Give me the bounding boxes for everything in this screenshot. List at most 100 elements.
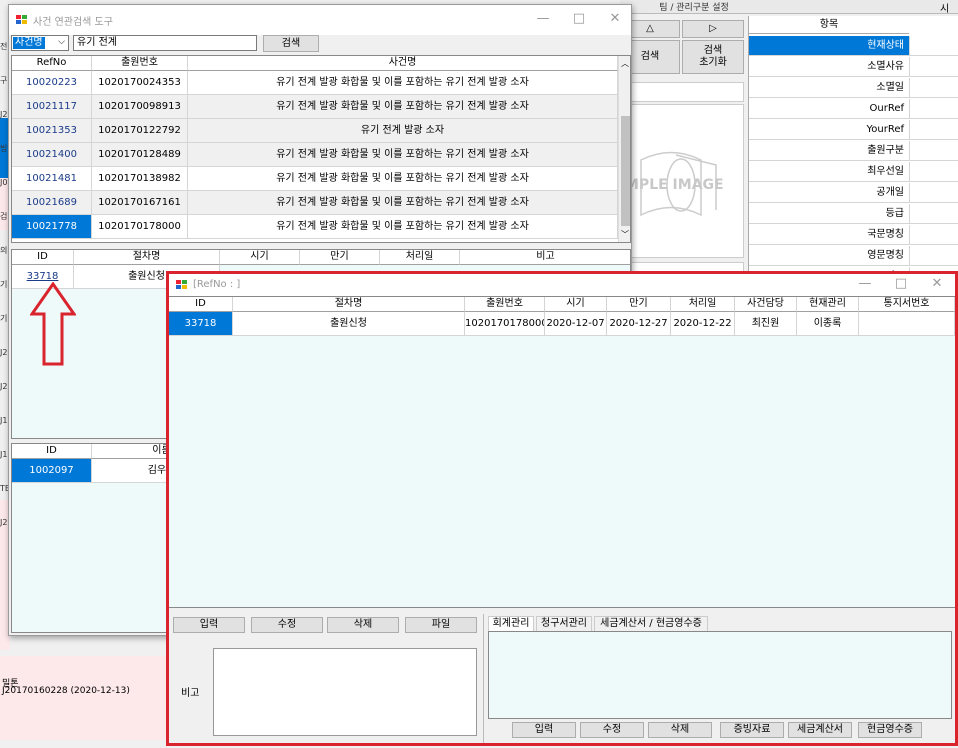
person-id-cell[interactable]: 1002097 xyxy=(12,459,92,483)
result-ref-cell[interactable]: 10021778 xyxy=(12,215,92,239)
person-column-header[interactable]: ID xyxy=(12,444,92,459)
property-label[interactable]: 영문명칭 xyxy=(749,246,909,266)
detail-column-header[interactable]: 통지서번호 xyxy=(859,297,955,312)
minimize-icon[interactable]: — xyxy=(855,276,875,291)
detail-column-header[interactable]: ID xyxy=(169,297,233,312)
result-name-cell[interactable]: 유기 전계 발광 화합물 및 이를 포함하는 유기 전계 발광 소자 xyxy=(188,95,618,119)
evidence-button[interactable]: 증빙자료 xyxy=(720,722,784,738)
detail-column-header[interactable]: 현재관리 xyxy=(797,297,859,312)
property-label[interactable]: 국문명칭 xyxy=(749,225,909,245)
result-name-cell[interactable]: 유기 전계 발광 소자 xyxy=(188,119,618,143)
edit-button[interactable]: 수정 xyxy=(251,617,323,633)
tax-invoice-button[interactable]: 세금계산서 xyxy=(788,722,852,738)
property-value[interactable] xyxy=(909,246,958,266)
search-input[interactable]: 유기 전계 xyxy=(73,35,257,51)
nav-right-button[interactable]: ▷ xyxy=(682,20,744,38)
result-ref-cell[interactable]: 10021353 xyxy=(12,119,92,143)
procedure-column-header[interactable]: 처리일 xyxy=(380,250,460,265)
procedure-column-header[interactable]: 시기 xyxy=(220,250,300,265)
maximize-icon[interactable]: □ xyxy=(891,276,911,291)
result-name-cell[interactable]: 유기 전계 발광 화합물 및 이를 포함하는 유기 전계 발광 소자 xyxy=(188,215,618,239)
accounting-delete-button[interactable]: 삭제 xyxy=(648,722,712,738)
property-label[interactable]: 소멸사유 xyxy=(749,57,909,77)
detail-column-header[interactable]: 처리일 xyxy=(671,297,735,312)
result-app-cell[interactable]: 1020170024353 xyxy=(92,71,188,95)
result-ref-cell[interactable]: 10021400 xyxy=(12,143,92,167)
tab-tax-receipt[interactable]: 세금계산서 / 현금영수증 xyxy=(594,616,708,632)
search-button[interactable]: 검색 xyxy=(263,35,319,52)
property-value[interactable] xyxy=(909,36,958,56)
maximize-icon[interactable]: □ xyxy=(569,11,589,26)
result-ref-cell[interactable]: 10020223 xyxy=(12,71,92,95)
results-column-header[interactable]: 출원번호 xyxy=(92,56,188,71)
detail-column-header[interactable]: 만기 xyxy=(607,297,671,312)
accounting-edit-button[interactable]: 수정 xyxy=(580,722,644,738)
input-button[interactable]: 입력 xyxy=(173,617,245,633)
property-label[interactable]: 공개일 xyxy=(749,183,909,203)
result-app-cell[interactable]: 1020170098913 xyxy=(92,95,188,119)
cash-receipt-button[interactable]: 현금영수증 xyxy=(858,722,922,738)
result-name-cell[interactable]: 유기 전계 발광 화합물 및 이를 포함하는 유기 전계 발광 소자 xyxy=(188,143,618,167)
property-label[interactable]: 소멸일 xyxy=(749,78,909,98)
scroll-up-icon[interactable]: ︿ xyxy=(621,58,629,69)
result-ref-cell[interactable]: 10021117 xyxy=(12,95,92,119)
file-button[interactable]: 파일 xyxy=(405,617,477,633)
team-management-tab[interactable]: 팀 / 관리구분 설정 xyxy=(640,0,748,13)
minimize-icon[interactable]: — xyxy=(533,11,553,26)
search-field-dropdown[interactable]: 사건명 ⌵ xyxy=(11,35,69,51)
detail-current-cell[interactable]: 이종록 xyxy=(797,312,859,336)
property-label[interactable]: YourRef xyxy=(749,120,909,140)
memo-textarea[interactable] xyxy=(213,648,477,736)
procedure-column-header[interactable]: ID xyxy=(12,250,74,265)
property-label[interactable]: 최우선일 xyxy=(749,162,909,182)
detail-manager-cell[interactable]: 최진원 xyxy=(735,312,797,336)
accounting-input-button[interactable]: 입력 xyxy=(512,722,576,738)
detail-start-cell[interactable]: 2020-12-07 xyxy=(545,312,607,336)
detail-done-cell[interactable]: 2020-12-22 xyxy=(671,312,735,336)
result-name-cell[interactable]: 유기 전계 발광 화합물 및 이를 포함하는 유기 전계 발광 소자 xyxy=(188,167,618,191)
detail-column-header[interactable]: 시기 xyxy=(545,297,607,312)
scroll-thumb[interactable] xyxy=(621,116,630,226)
detail-column-header[interactable]: 사건담당 xyxy=(735,297,797,312)
detail-app-cell[interactable]: 1020170178000 xyxy=(465,312,545,336)
property-value[interactable] xyxy=(909,78,958,98)
property-label[interactable]: 출원구분 xyxy=(749,141,909,161)
result-app-cell[interactable]: 1020170167161 xyxy=(92,191,188,215)
tab-invoice[interactable]: 청구서관리 xyxy=(536,616,592,632)
result-app-cell[interactable]: 1020170122792 xyxy=(92,119,188,143)
detail-column-header[interactable]: 출원번호 xyxy=(465,297,545,312)
procedure-column-header[interactable]: 비고 xyxy=(460,250,630,265)
property-value[interactable] xyxy=(909,99,958,119)
property-label[interactable]: 등급 xyxy=(749,204,909,224)
result-name-cell[interactable]: 유기 전계 발광 화합물 및 이를 포함하는 유기 전계 발광 소자 xyxy=(188,71,618,95)
results-column-header[interactable]: RefNo xyxy=(12,56,92,71)
result-ref-cell[interactable]: 10021481 xyxy=(12,167,92,191)
property-label[interactable]: 현재상태 xyxy=(749,36,909,56)
property-label[interactable]: OurRef xyxy=(749,99,909,119)
search-reset-button[interactable]: 검색 초기화 xyxy=(682,40,744,74)
result-app-cell[interactable]: 1020170138982 xyxy=(92,167,188,191)
result-name-cell[interactable]: 유기 전계 발광 화합물 및 이를 포함하는 유기 전계 발광 소자 xyxy=(188,191,618,215)
close-icon[interactable]: ✕ xyxy=(927,276,947,291)
property-value[interactable] xyxy=(909,162,958,182)
result-app-cell[interactable]: 1020170128489 xyxy=(92,143,188,167)
result-app-cell[interactable]: 1020170178000 xyxy=(92,215,188,239)
detail-notice-cell[interactable] xyxy=(859,312,955,336)
tab-accounting[interactable]: 회계관리 xyxy=(488,616,534,632)
property-value[interactable] xyxy=(909,120,958,140)
detail-name-cell[interactable]: 출원신청 xyxy=(233,312,465,336)
scroll-down-icon[interactable]: ﹀ xyxy=(621,229,629,240)
detail-column-header[interactable]: 절차명 xyxy=(233,297,465,312)
property-value[interactable] xyxy=(909,225,958,245)
detail-due-cell[interactable]: 2020-12-27 xyxy=(607,312,671,336)
delete-button[interactable]: 삭제 xyxy=(327,617,399,633)
results-scrollbar[interactable]: ︿ ﹀ xyxy=(618,56,630,242)
property-value[interactable] xyxy=(909,141,958,161)
procedure-column-header[interactable]: 절차명 xyxy=(74,250,220,265)
property-value[interactable] xyxy=(909,57,958,77)
result-ref-cell[interactable]: 10021689 xyxy=(12,191,92,215)
procedure-column-header[interactable]: 만기 xyxy=(300,250,380,265)
close-icon[interactable]: ✕ xyxy=(605,11,625,26)
results-column-header[interactable]: 사건명 xyxy=(188,56,618,71)
detail-id-cell[interactable]: 33718 xyxy=(169,312,233,336)
